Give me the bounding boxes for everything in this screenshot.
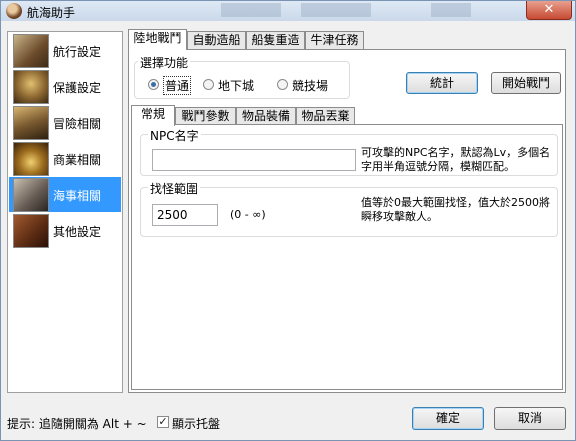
tab-battle-params[interactable]: 戰鬥參數 [175, 107, 236, 125]
sidebar-item-other[interactable]: 其他設定 [9, 213, 121, 248]
sidebar-item-commerce[interactable]: 商業相關 [9, 141, 121, 176]
sidebar-item-navigation[interactable]: 航行設定 [9, 33, 121, 68]
battle-thumbnail-icon [13, 178, 49, 212]
radio-dot [148, 79, 159, 90]
treasure-thumbnail-icon [13, 142, 49, 176]
cancel-button[interactable]: 取消 [494, 407, 566, 430]
radio-label: 普通 [163, 76, 192, 95]
tab-land-battle[interactable]: 陸地戰鬥 [128, 29, 187, 50]
ok-button[interactable]: 確定 [412, 407, 484, 430]
footer-hint: 提示: 追隨開關為 Alt + ~ [7, 417, 147, 431]
radio-dot [203, 79, 214, 90]
sidebar-item-protection[interactable]: 保護設定 [9, 69, 121, 104]
start-battle-button[interactable]: 開始戰鬥 [491, 72, 561, 94]
tab-general[interactable]: 常規 [131, 105, 175, 126]
range-input[interactable]: 2500 [152, 204, 218, 226]
general-panel: NPC名字 可攻擊的NPC名字，默認為Lv，多個名字用半角逗號分隔，模糊匹配。 … [131, 124, 563, 390]
tray-checkbox[interactable]: ✓ [157, 416, 169, 428]
sidebar: 航行設定 保護設定 冒險相關 商業相關 海事相關 其他設定 [7, 31, 123, 393]
range-hint: 值等於0最大範圍找怪，值大於2500將瞬移攻擊敵人。 [361, 196, 550, 223]
npc-hint: 可攻擊的NPC名字，默認為Lv，多個名字用半角逗號分隔，模糊匹配。 [361, 146, 551, 173]
sidebar-item-label: 冒險相關 [53, 117, 102, 131]
sidebar-item-label: 其他設定 [53, 225, 102, 239]
radio-arena[interactable]: 競技場 [277, 77, 337, 93]
sidebar-item-label: 海事相關 [53, 189, 102, 203]
land-battle-panel: 選擇功能 普通 地下城 競技場 統計 開始戰鬥 常規 戰鬥參數 物品裝備 物品丟… [128, 49, 566, 393]
sidebar-item-label: 商業相關 [53, 153, 102, 167]
radio-dungeon[interactable]: 地下城 [203, 77, 263, 93]
tray-checkbox-label: 顯示托盤 [172, 417, 221, 431]
npc-name-input[interactable] [152, 149, 356, 171]
coins-thumbnail-icon [13, 70, 49, 104]
radio-label: 地下城 [218, 79, 255, 93]
window-title: 航海助手 [27, 6, 76, 20]
close-button[interactable]: ✕ [526, 1, 572, 20]
mode-group-title: 選擇功能 [138, 54, 191, 71]
range-text: (0 - ∞) [230, 208, 266, 221]
sidebar-item-adventure[interactable]: 冒險相關 [9, 105, 121, 140]
radio-normal[interactable]: 普通 [148, 76, 198, 95]
stats-button[interactable]: 統計 [406, 72, 478, 94]
book-thumbnail-icon [13, 214, 49, 248]
tab-item-discard[interactable]: 物品丟棄 [296, 107, 355, 125]
titlebar-background-blur [221, 3, 281, 17]
check-icon: ✓ [158, 415, 168, 428]
radio-dot [277, 79, 288, 90]
app-icon [6, 3, 22, 19]
adventure-thumbnail-icon [13, 106, 49, 140]
sidebar-item-label: 保護設定 [53, 81, 102, 95]
main-window: 航海助手 ✕ 航行設定 保護設定 冒險相關 商業相關 海事相關 其他設定 陸地戰… [0, 0, 576, 441]
sidebar-item-label: 航行設定 [53, 45, 102, 59]
titlebar-background-blur [301, 3, 371, 17]
tab-oxford-quest[interactable]: 牛津任務 [305, 31, 364, 49]
ship-thumbnail-icon [13, 34, 49, 68]
range-group-title: 找怪範圍 [148, 180, 201, 197]
titlebar-background-blur [431, 3, 471, 17]
tab-item-equip[interactable]: 物品裝備 [236, 107, 296, 125]
npc-group-title: NPC名字 [148, 127, 201, 144]
tab-ship-rebuild[interactable]: 船隻重造 [246, 31, 305, 49]
tab-auto-shipbuilding[interactable]: 自動造船 [187, 31, 246, 49]
radio-label: 競技場 [292, 79, 329, 93]
close-icon: ✕ [543, 2, 555, 17]
title-bar: 航海助手 ✕ [1, 1, 575, 21]
sidebar-item-maritime[interactable]: 海事相關 [9, 177, 121, 212]
